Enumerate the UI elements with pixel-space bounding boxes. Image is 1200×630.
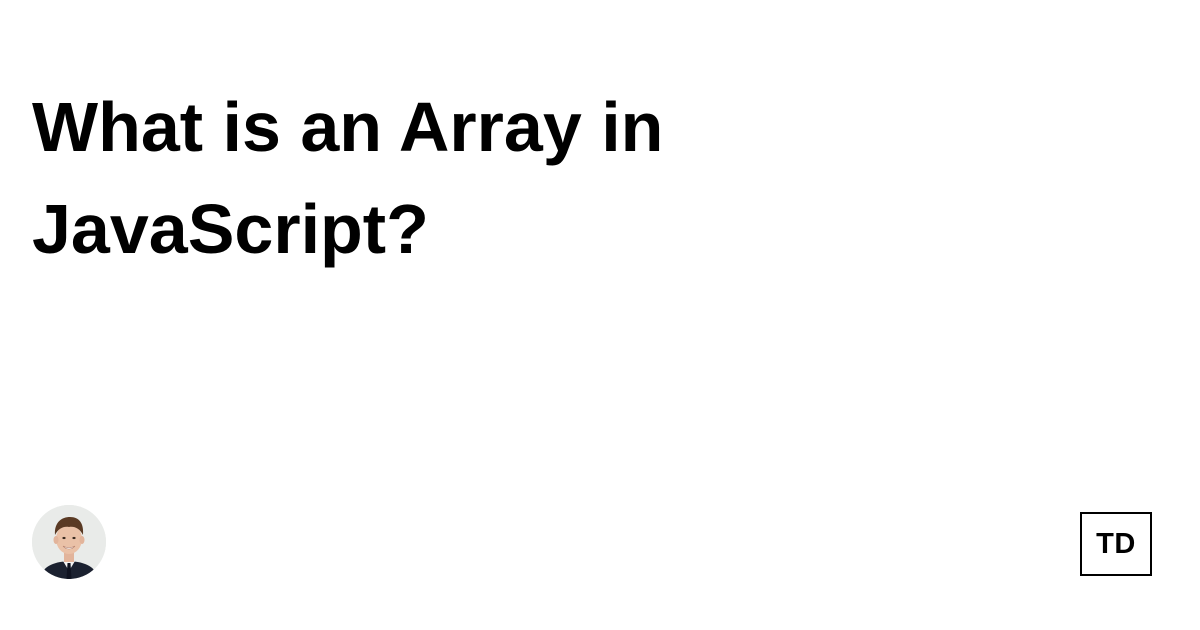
site-logo-text: TD — [1096, 527, 1136, 560]
site-logo[interactable]: TD — [1080, 512, 1152, 576]
avatar-portrait-icon — [32, 505, 106, 579]
author-avatar[interactable] — [32, 505, 106, 579]
social-preview-card: What is an Array in JavaScript? TD — [0, 0, 1200, 630]
article-title: What is an Array in JavaScript? — [32, 88, 664, 268]
